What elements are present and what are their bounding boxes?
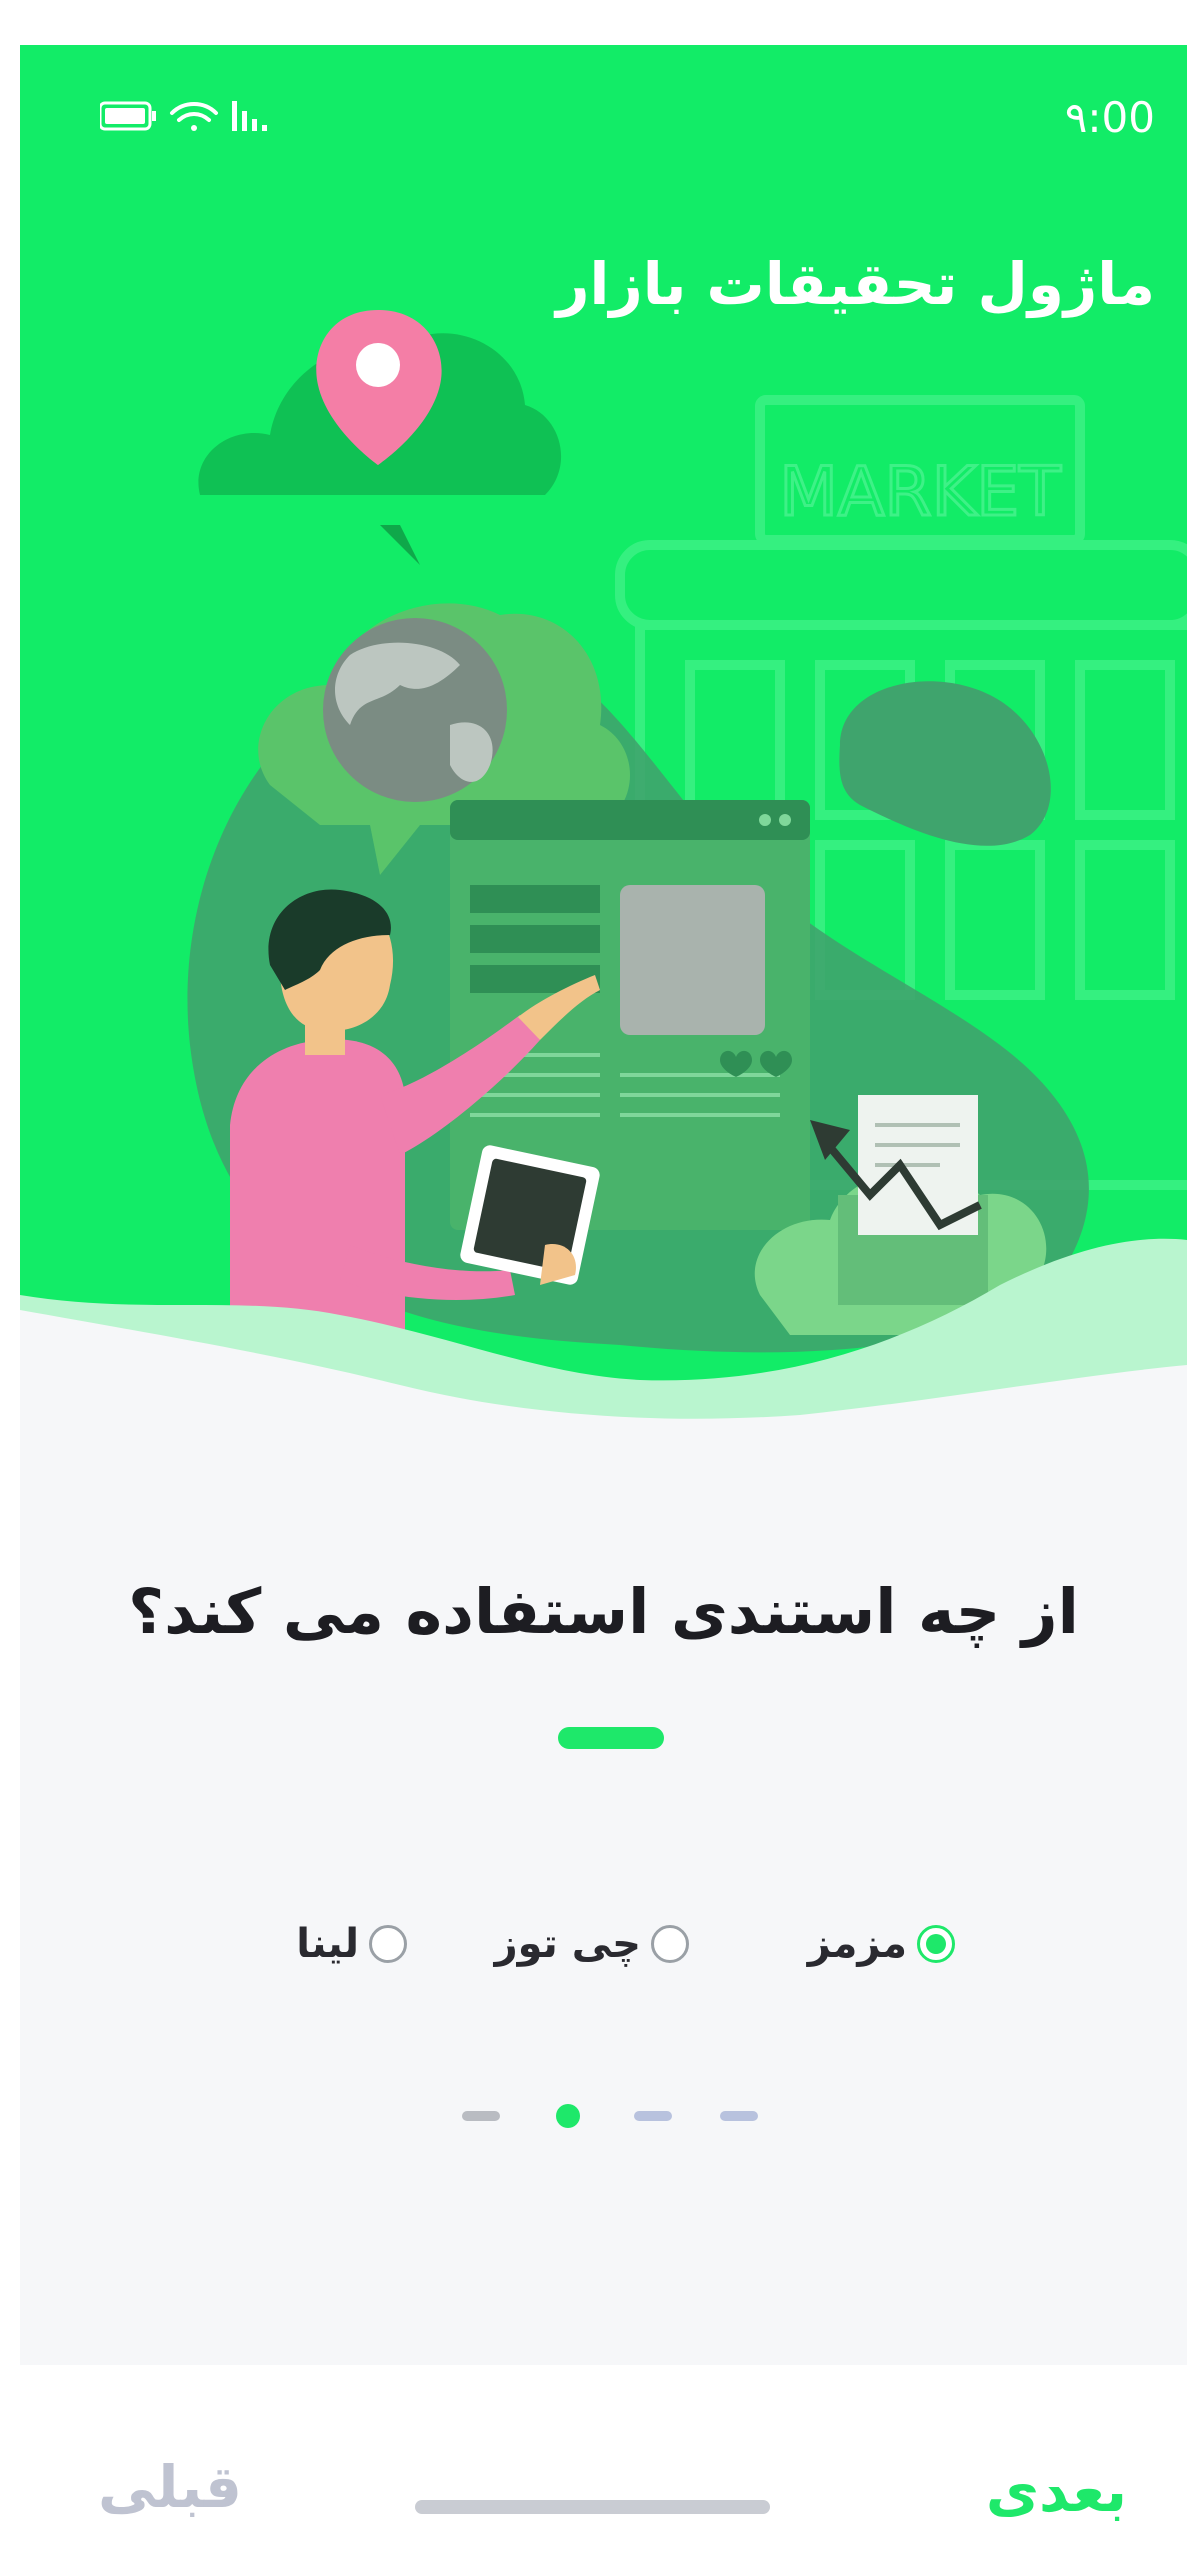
question-title: از چه استندی استفاده می کند؟ — [128, 1575, 1079, 1648]
next-button[interactable]: بعدی — [986, 2457, 1127, 2525]
radio-option-lina[interactable]: لینا — [296, 1921, 407, 1967]
title-underline — [558, 1727, 664, 1749]
module-title: ماژول تحقیقات بازار — [556, 250, 1155, 318]
radio-option-mazmaz[interactable]: مزمز — [808, 1921, 955, 1967]
wifi-icon — [170, 102, 218, 131]
radio-label: مزمز — [807, 1921, 907, 1967]
status-bar: ۹:00 — [20, 45, 1187, 205]
home-indicator[interactable] — [415, 2500, 770, 2514]
page-dot — [720, 2111, 758, 2121]
hero-illustration: MARKET ۹:00 ماژول تحقیقات بازار — [20, 45, 1187, 1425]
battery-icon — [100, 101, 156, 131]
radio-button[interactable] — [917, 1925, 955, 1963]
globe-icon — [323, 618, 507, 802]
bottom-nav: بعدی قبلی — [20, 2365, 1187, 2572]
status-time: ۹:00 — [1064, 93, 1155, 142]
page-dot — [462, 2111, 500, 2121]
radio-label: لینا — [296, 1921, 359, 1967]
radio-label: چی توز — [494, 1921, 641, 1967]
radio-group: مزمز چی توز لینا — [20, 1921, 1187, 1981]
tablet-icon — [460, 1145, 600, 1285]
market-sign: MARKET — [779, 453, 1061, 532]
previous-button[interactable]: قبلی — [98, 2453, 242, 2521]
radio-option-chitoz[interactable]: چی توز — [495, 1921, 689, 1967]
page-indicator — [20, 2101, 1187, 2131]
page-dot — [634, 2111, 672, 2121]
app-screen: MARKET ۹:00 ماژول تحقیقات بازار از چه اس… — [20, 45, 1187, 2572]
signal-icon — [232, 101, 267, 131]
page-dot-active — [556, 2104, 580, 2128]
status-icons — [100, 97, 320, 137]
radio-button[interactable] — [651, 1925, 689, 1963]
radio-button[interactable] — [369, 1925, 407, 1963]
